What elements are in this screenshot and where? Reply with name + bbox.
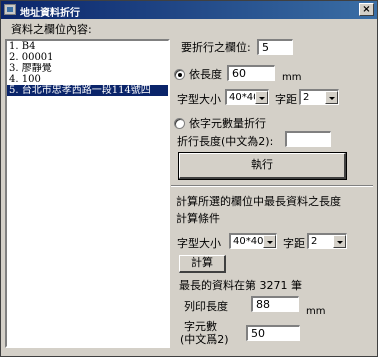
field-content-list[interactable]: 1. B4 2. 00001 3. 廖靜覺 4. 100 5. 台北市忠孝西路一… [5,39,170,348]
list-item-selected[interactable]: 5. 台北市忠孝西路一段114號四 [7,85,168,96]
calc-spacing-select[interactable]: 2 [307,233,347,249]
chevron-down-icon[interactable] [255,91,268,104]
chevron-down-icon[interactable] [333,235,346,248]
chevron-down-icon[interactable] [325,91,338,104]
print-length-input[interactable]: 88 [251,296,299,312]
calc-spacing-value: 2 [311,236,318,247]
window-title: 地址資料折行 [20,8,80,19]
font-size-label: 字型大小 [177,93,221,106]
char-count-note: (中文爲2) [180,333,229,346]
calc-font-size-value: 40*40 [233,236,264,247]
calc-section-title: 計算所選的欄位中最長資料之長度 [176,195,341,208]
wrap-field-input[interactable]: 5 [257,39,293,55]
length-unit: mm [282,72,302,83]
print-length-label: 列印長度 [184,300,228,313]
calc-font-size-select[interactable]: 40*40 [229,233,277,249]
calc-conditions-label: 計算條件 [176,212,220,225]
by-length-label: 依長度 [189,68,222,81]
field-content-label: 資料之欄位內容: [11,23,92,36]
calc-font-size-label: 字型大小 [177,237,221,250]
calculate-button[interactable]: 計算 [179,255,226,273]
wrap-field-label: 要折行之欄位: [181,41,251,54]
result-text: 最長的資料在第 3271 筆 [179,279,302,292]
font-size-select[interactable]: 40*40 [225,89,269,105]
char-count-input[interactable]: 50 [246,325,300,341]
close-button[interactable]: × [359,3,374,16]
list-item[interactable]: 3. 廖靜覺 [7,63,168,74]
print-length-unit: mm [306,306,326,317]
chevron-down-icon[interactable] [263,235,276,248]
spacing-label: 字距 [275,93,297,106]
spacing-select[interactable]: 2 [299,89,339,105]
execute-button[interactable]: 執行 [178,152,347,180]
char-count-label: 字元數 [184,320,217,333]
app-icon [4,4,16,15]
spacing-value: 2 [303,92,310,103]
by-chars-radio[interactable] [174,118,185,129]
main-window: 地址資料折行 × 資料之欄位內容: 1. B4 2. 00001 3. 廖靜覺 … [0,0,378,357]
by-chars-label: 依字元數量折行 [189,117,266,130]
title-bar: 地址資料折行 × [1,1,377,19]
length-input[interactable]: 60 [227,65,275,81]
list-item[interactable]: 4. 100 [7,74,168,85]
calc-spacing-label: 字距 [283,237,305,250]
list-item[interactable]: 1. B4 [7,41,168,52]
by-length-radio[interactable] [174,69,185,80]
wrap-length-label: 折行長度(中文為2): [177,135,274,148]
divider [171,185,373,187]
wrap-length-input[interactable] [285,131,331,147]
list-item[interactable]: 2. 00001 [7,52,168,63]
